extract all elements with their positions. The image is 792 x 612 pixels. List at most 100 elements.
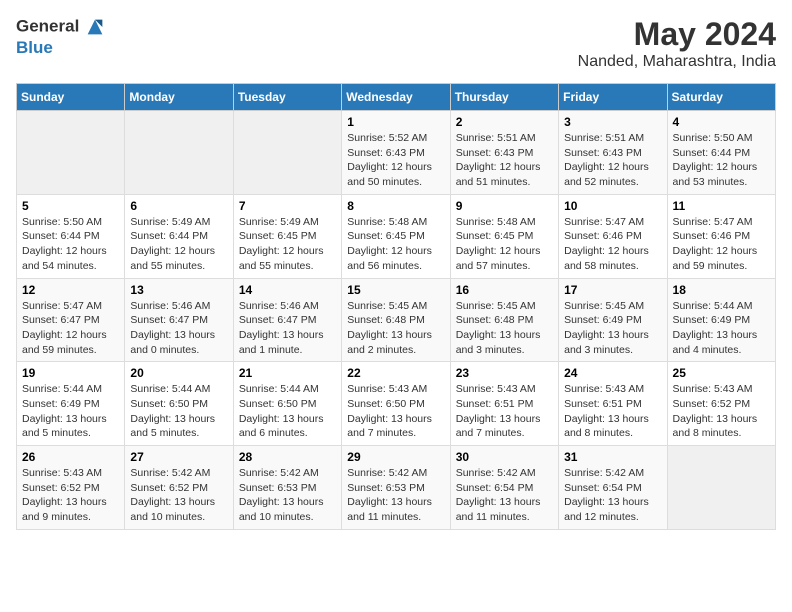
cell-content: Sunrise: 5:49 AM Sunset: 6:45 PM Dayligh… bbox=[239, 215, 336, 274]
day-number: 1 bbox=[347, 115, 444, 129]
cell-content: Sunrise: 5:52 AM Sunset: 6:43 PM Dayligh… bbox=[347, 131, 444, 190]
cell-content: Sunrise: 5:45 AM Sunset: 6:48 PM Dayligh… bbox=[347, 299, 444, 358]
calendar-cell: 1 Sunrise: 5:52 AM Sunset: 6:43 PM Daylig… bbox=[342, 111, 450, 195]
title-block: May 2024 Nanded, Maharashtra, India bbox=[578, 16, 776, 71]
day-number: 25 bbox=[673, 366, 770, 380]
col-header-tuesday: Tuesday bbox=[233, 84, 341, 111]
cell-content: Sunrise: 5:42 AM Sunset: 6:54 PM Dayligh… bbox=[564, 466, 661, 525]
cell-content: Sunrise: 5:42 AM Sunset: 6:54 PM Dayligh… bbox=[456, 466, 553, 525]
day-number: 18 bbox=[673, 283, 770, 297]
calendar-cell: 16Sunrise: 5:45 AM Sunset: 6:48 PM Dayli… bbox=[450, 278, 558, 362]
calendar-cell bbox=[17, 111, 125, 195]
calendar-cell: 31 Sunrise: 5:42 AM Sunset: 6:54 PM Dayli… bbox=[559, 446, 667, 530]
day-number: 19 bbox=[22, 366, 119, 380]
calendar-cell: 13 Sunrise: 5:46 AM Sunset: 6:47 PM Dayli… bbox=[125, 278, 233, 362]
cell-content: Sunrise: 5:50 AM Sunset: 6:44 PM Dayligh… bbox=[22, 215, 119, 274]
cell-content: Sunrise: 5:45 AM Sunset: 6:49 PM Dayligh… bbox=[564, 299, 661, 358]
col-header-monday: Monday bbox=[125, 84, 233, 111]
calendar-cell: 26Sunrise: 5:43 AM Sunset: 6:52 PM Dayli… bbox=[17, 446, 125, 530]
calendar-cell: 21 Sunrise: 5:44 AM Sunset: 6:50 PM Dayli… bbox=[233, 362, 341, 446]
col-header-thursday: Thursday bbox=[450, 84, 558, 111]
logo-general: General bbox=[16, 16, 79, 35]
calendar-cell: 20Sunrise: 5:44 AM Sunset: 6:50 PM Dayli… bbox=[125, 362, 233, 446]
week-row-3: 12Sunrise: 5:47 AM Sunset: 6:47 PM Dayli… bbox=[17, 278, 776, 362]
calendar-cell: 14 Sunrise: 5:46 AM Sunset: 6:47 PM Dayli… bbox=[233, 278, 341, 362]
day-number: 8 bbox=[347, 199, 444, 213]
calendar-cell: 18Sunrise: 5:44 AM Sunset: 6:49 PM Dayli… bbox=[667, 278, 775, 362]
month-title: May 2024 bbox=[578, 16, 776, 53]
cell-content: Sunrise: 5:51 AM Sunset: 6:43 PM Dayligh… bbox=[456, 131, 553, 190]
day-number: 29 bbox=[347, 450, 444, 464]
day-number: 31 bbox=[564, 450, 661, 464]
calendar-cell: 10Sunrise: 5:47 AM Sunset: 6:46 PM Dayli… bbox=[559, 194, 667, 278]
calendar-cell: 3 Sunrise: 5:51 AM Sunset: 6:43 PM Daylig… bbox=[559, 111, 667, 195]
calendar-cell: 27 Sunrise: 5:42 AM Sunset: 6:52 PM Dayli… bbox=[125, 446, 233, 530]
week-row-5: 26Sunrise: 5:43 AM Sunset: 6:52 PM Dayli… bbox=[17, 446, 776, 530]
day-number: 12 bbox=[22, 283, 119, 297]
day-number: 16 bbox=[456, 283, 553, 297]
logo-text: General Blue bbox=[16, 16, 106, 58]
calendar-cell bbox=[233, 111, 341, 195]
day-number: 28 bbox=[239, 450, 336, 464]
day-number: 5 bbox=[22, 199, 119, 213]
calendar-cell: 23 Sunrise: 5:43 AM Sunset: 6:51 PM Dayli… bbox=[450, 362, 558, 446]
week-row-4: 19 Sunrise: 5:44 AM Sunset: 6:49 PM Dayli… bbox=[17, 362, 776, 446]
calendar-cell: 9 Sunrise: 5:48 AM Sunset: 6:45 PM Daylig… bbox=[450, 194, 558, 278]
cell-content: Sunrise: 5:46 AM Sunset: 6:47 PM Dayligh… bbox=[130, 299, 227, 358]
cell-content: Sunrise: 5:46 AM Sunset: 6:47 PM Dayligh… bbox=[239, 299, 336, 358]
day-number: 23 bbox=[456, 366, 553, 380]
cell-content: Sunrise: 5:47 AM Sunset: 6:46 PM Dayligh… bbox=[673, 215, 770, 274]
header-row: SundayMondayTuesdayWednesdayThursdayFrid… bbox=[17, 84, 776, 111]
calendar-cell: 11 Sunrise: 5:47 AM Sunset: 6:46 PM Dayli… bbox=[667, 194, 775, 278]
calendar-cell: 2Sunrise: 5:51 AM Sunset: 6:43 PM Daylig… bbox=[450, 111, 558, 195]
cell-content: Sunrise: 5:48 AM Sunset: 6:45 PM Dayligh… bbox=[347, 215, 444, 274]
cell-content: Sunrise: 5:44 AM Sunset: 6:49 PM Dayligh… bbox=[22, 382, 119, 441]
logo-blue: Blue bbox=[16, 38, 53, 57]
day-number: 11 bbox=[673, 199, 770, 213]
day-number: 24 bbox=[564, 366, 661, 380]
day-number: 27 bbox=[130, 450, 227, 464]
day-number: 3 bbox=[564, 115, 661, 129]
calendar-cell: 12Sunrise: 5:47 AM Sunset: 6:47 PM Dayli… bbox=[17, 278, 125, 362]
calendar-table: SundayMondayTuesdayWednesdayThursdayFrid… bbox=[16, 83, 776, 530]
col-header-saturday: Saturday bbox=[667, 84, 775, 111]
calendar-cell bbox=[125, 111, 233, 195]
cell-content: Sunrise: 5:42 AM Sunset: 6:52 PM Dayligh… bbox=[130, 466, 227, 525]
day-number: 30 bbox=[456, 450, 553, 464]
col-header-sunday: Sunday bbox=[17, 84, 125, 111]
calendar-cell: 19 Sunrise: 5:44 AM Sunset: 6:49 PM Dayli… bbox=[17, 362, 125, 446]
day-number: 9 bbox=[456, 199, 553, 213]
cell-content: Sunrise: 5:43 AM Sunset: 6:50 PM Dayligh… bbox=[347, 382, 444, 441]
calendar-cell: 4 Sunrise: 5:50 AM Sunset: 6:44 PM Daylig… bbox=[667, 111, 775, 195]
cell-content: Sunrise: 5:44 AM Sunset: 6:50 PM Dayligh… bbox=[239, 382, 336, 441]
day-number: 21 bbox=[239, 366, 336, 380]
cell-content: Sunrise: 5:42 AM Sunset: 6:53 PM Dayligh… bbox=[239, 466, 336, 525]
cell-content: Sunrise: 5:51 AM Sunset: 6:43 PM Dayligh… bbox=[564, 131, 661, 190]
cell-content: Sunrise: 5:43 AM Sunset: 6:52 PM Dayligh… bbox=[673, 382, 770, 441]
week-row-1: 1 Sunrise: 5:52 AM Sunset: 6:43 PM Daylig… bbox=[17, 111, 776, 195]
day-number: 4 bbox=[673, 115, 770, 129]
cell-content: Sunrise: 5:47 AM Sunset: 6:46 PM Dayligh… bbox=[564, 215, 661, 274]
calendar-cell: 24Sunrise: 5:43 AM Sunset: 6:51 PM Dayli… bbox=[559, 362, 667, 446]
cell-content: Sunrise: 5:50 AM Sunset: 6:44 PM Dayligh… bbox=[673, 131, 770, 190]
day-number: 15 bbox=[347, 283, 444, 297]
cell-content: Sunrise: 5:43 AM Sunset: 6:51 PM Dayligh… bbox=[456, 382, 553, 441]
calendar-cell: 15 Sunrise: 5:45 AM Sunset: 6:48 PM Dayli… bbox=[342, 278, 450, 362]
location: Nanded, Maharashtra, India bbox=[578, 53, 776, 71]
cell-content: Sunrise: 5:49 AM Sunset: 6:44 PM Dayligh… bbox=[130, 215, 227, 274]
logo-icon bbox=[84, 16, 106, 38]
day-number: 7 bbox=[239, 199, 336, 213]
day-number: 14 bbox=[239, 283, 336, 297]
calendar-cell: 30 Sunrise: 5:42 AM Sunset: 6:54 PM Dayli… bbox=[450, 446, 558, 530]
calendar-cell: 29Sunrise: 5:42 AM Sunset: 6:53 PM Dayli… bbox=[342, 446, 450, 530]
cell-content: Sunrise: 5:48 AM Sunset: 6:45 PM Dayligh… bbox=[456, 215, 553, 274]
calendar-cell: 28 Sunrise: 5:42 AM Sunset: 6:53 PM Dayli… bbox=[233, 446, 341, 530]
day-number: 17 bbox=[564, 283, 661, 297]
col-header-friday: Friday bbox=[559, 84, 667, 111]
calendar-cell: 5 Sunrise: 5:50 AM Sunset: 6:44 PM Daylig… bbox=[17, 194, 125, 278]
day-number: 6 bbox=[130, 199, 227, 213]
calendar-cell: 22Sunrise: 5:43 AM Sunset: 6:50 PM Dayli… bbox=[342, 362, 450, 446]
week-row-2: 5 Sunrise: 5:50 AM Sunset: 6:44 PM Daylig… bbox=[17, 194, 776, 278]
day-number: 13 bbox=[130, 283, 227, 297]
calendar-cell bbox=[667, 446, 775, 530]
